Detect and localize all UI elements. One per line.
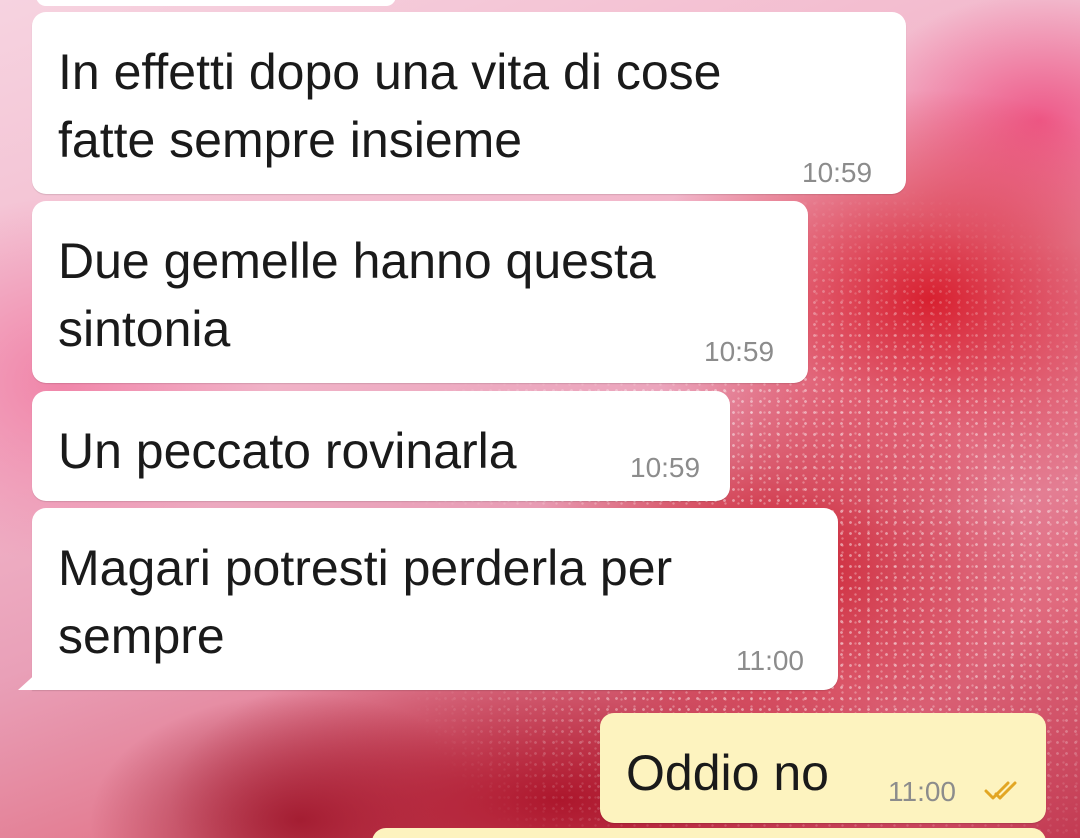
message-text: Un peccato rovinarla [58,423,517,479]
next-message-bubble[interactable] [372,828,1046,838]
previous-message-bubble[interactable] [36,0,396,6]
message-timestamp: 10:59 [802,157,873,188]
message-text: Oddio no [626,745,829,801]
message-bubble-incoming[interactable]: Magari potresti perderla per sempre 11:0… [18,508,838,690]
message-bubble-incoming[interactable]: In effetti dopo una vita di cose fatte s… [32,12,906,194]
message-text: In effetti dopo una vita di cose fatte s… [58,44,722,168]
message-timestamp: 11:00 [888,776,956,807]
message-bubble-outgoing[interactable]: Oddio no 11:00 [600,713,1046,823]
message-timestamp: 10:59 [630,452,701,483]
message-bubble-incoming[interactable]: Due gemelle hanno questa sintonia 10:59 [32,201,808,383]
message-bubble-incoming[interactable]: Un peccato rovinarla 10:59 [32,391,730,501]
message-text: Magari potresti perderla per sempre [58,540,673,664]
double-check-icon [984,781,1017,800]
message-timestamp: 10:59 [704,336,775,367]
message-text: Due gemelle hanno questa sintonia [58,233,656,357]
message-timestamp: 11:00 [736,645,804,676]
